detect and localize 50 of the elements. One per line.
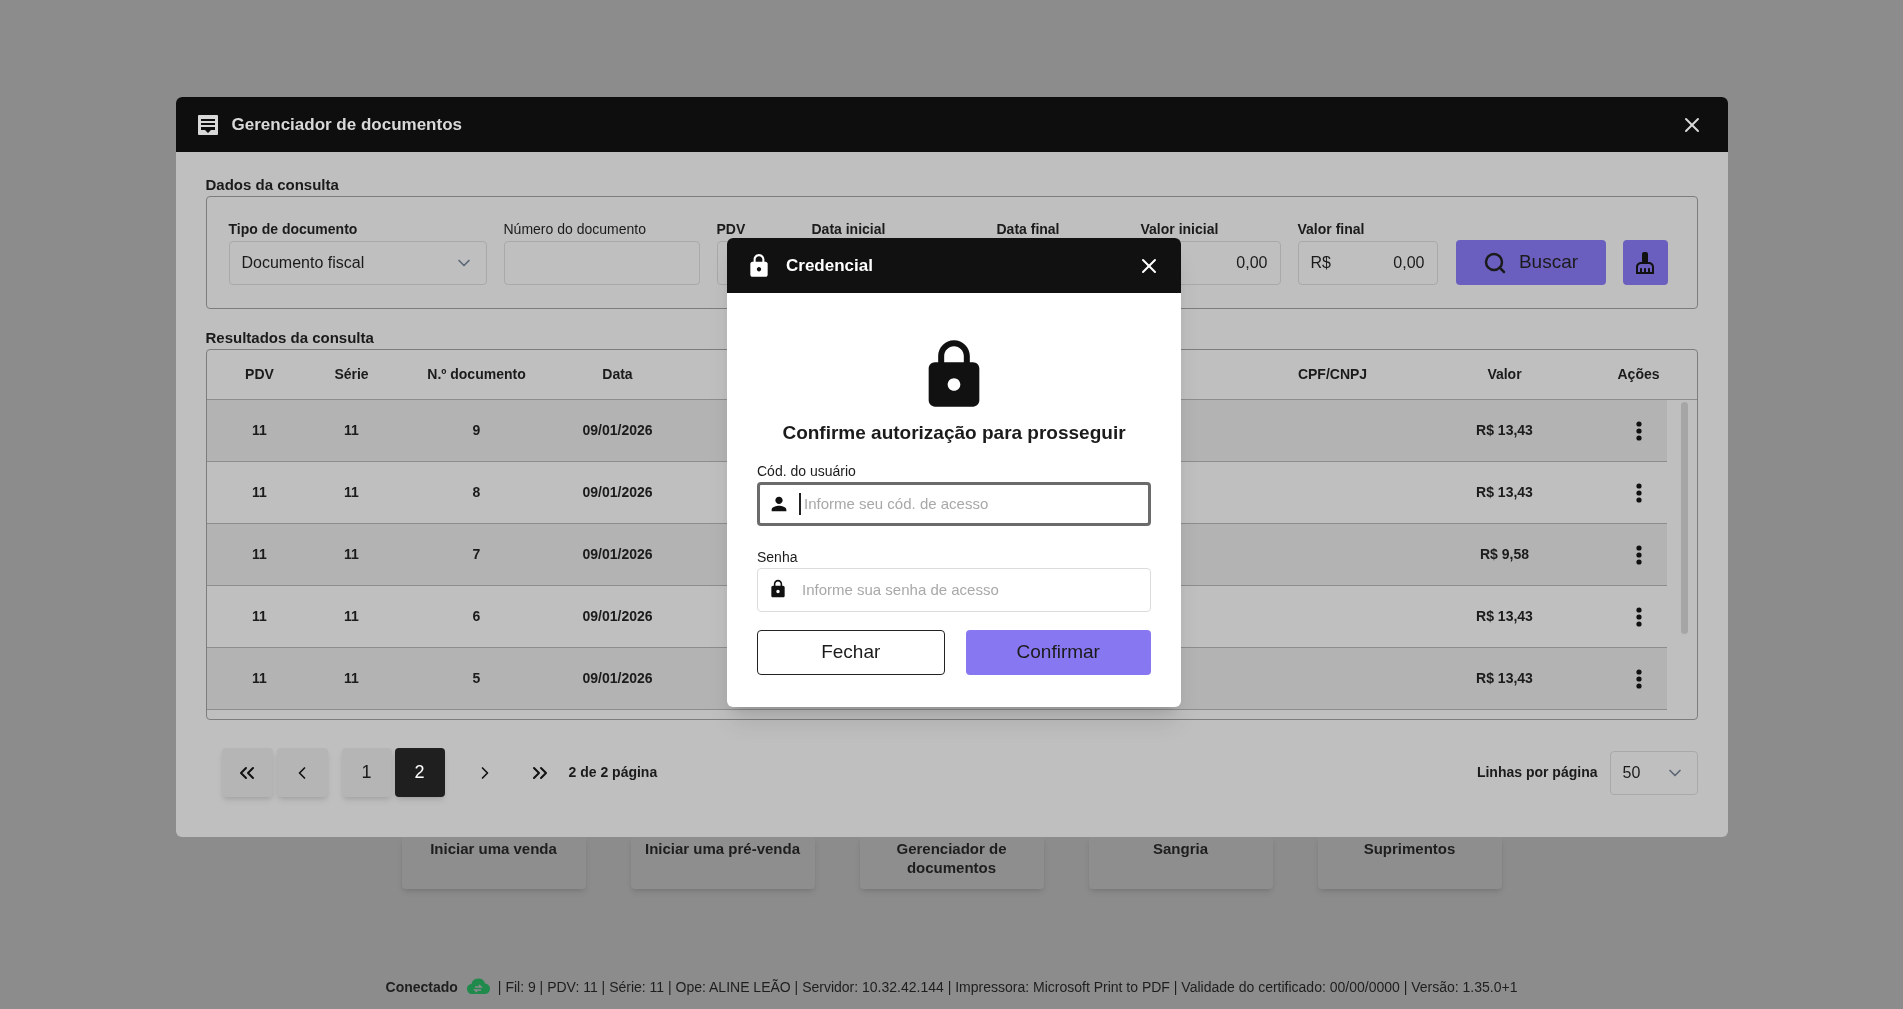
column-header: Data — [602, 365, 633, 384]
column-header: PDV — [245, 365, 274, 384]
modal-title: Credencial — [786, 254, 873, 277]
column-header: N.º documento — [427, 365, 526, 384]
column-header: CPF/CNPJ — [1297, 365, 1368, 384]
table-cell-text: R$ 13,43 — [1476, 421, 1533, 440]
table-cell-text: 11 — [344, 483, 359, 502]
table-cell-text: R$ 13,43 — [1476, 669, 1533, 688]
field-label: PDV — [716, 221, 747, 237]
table-cell-text: 11 — [344, 669, 359, 688]
table-cell-text: 6 — [472, 607, 481, 626]
table-cell-text: 11 — [252, 545, 267, 564]
field-label: Cód. do usuário — [757, 461, 857, 480]
field-label: Senha — [757, 547, 799, 566]
table-cell-text: R$ 13,43 — [1476, 607, 1533, 626]
column-header: Série — [334, 365, 369, 384]
table-cell-text: 8 — [472, 483, 481, 502]
table-cell-text: 5 — [472, 669, 481, 688]
rows-per-page-label: Linhas por página — [1476, 763, 1598, 782]
table-cell-text: 09/01/2026 — [582, 483, 653, 502]
table-cell-text: 09/01/2026 — [582, 545, 653, 564]
field-label: Data inicial — [811, 221, 887, 237]
table-cell-text: R$ 9,58 — [1479, 545, 1529, 564]
table-cell-text: 11 — [344, 607, 359, 626]
table-cell-text: 11 — [252, 421, 267, 440]
column-header: Valor — [1487, 365, 1522, 384]
window-title: Gerenciador de documentos — [231, 113, 462, 136]
column-header: Ações — [1617, 365, 1660, 384]
section-title: Dados da consulta — [205, 176, 340, 194]
connection-status: Conectado — [385, 978, 458, 997]
field-label: Número do documento — [503, 221, 647, 237]
table-cell-text: 09/01/2026 — [582, 669, 653, 688]
status-details: | Fil: 9 | PDV: 11 | Série: 11 | Ope: ALINE LEÃO | Servidor: 10.32.42.144 | Impressora: Microsoft Print to PDF | Validade do certificado: 00/00/0000 | Versão: 1.35.0+1 — [497, 978, 1518, 997]
field-label: Data final — [996, 221, 1061, 237]
table-cell-text: 9 — [472, 421, 481, 440]
table-cell-text: 11 — [344, 545, 359, 564]
section-title: Resultados da consulta — [205, 329, 375, 347]
modal-heading: Confirme autorização para prosseguir — [782, 421, 1126, 445]
table-cell-text: R$ 13,43 — [1476, 483, 1533, 502]
table-cell-text: 09/01/2026 — [582, 607, 653, 626]
page-info: 2 de 2 página — [568, 763, 658, 782]
table-cell-text: 7 — [472, 545, 481, 564]
table-cell-text: 09/01/2026 — [582, 421, 653, 440]
table-cell-text: 11 — [252, 669, 267, 688]
field-label: Tipo de documento — [228, 221, 359, 237]
field-label: Valor inicial — [1140, 221, 1220, 237]
table-cell-text: 11 — [252, 607, 267, 626]
table-cell-text: 11 — [252, 483, 267, 502]
table-cell-text: 11 — [344, 421, 359, 440]
field-label: Valor final — [1297, 221, 1366, 237]
